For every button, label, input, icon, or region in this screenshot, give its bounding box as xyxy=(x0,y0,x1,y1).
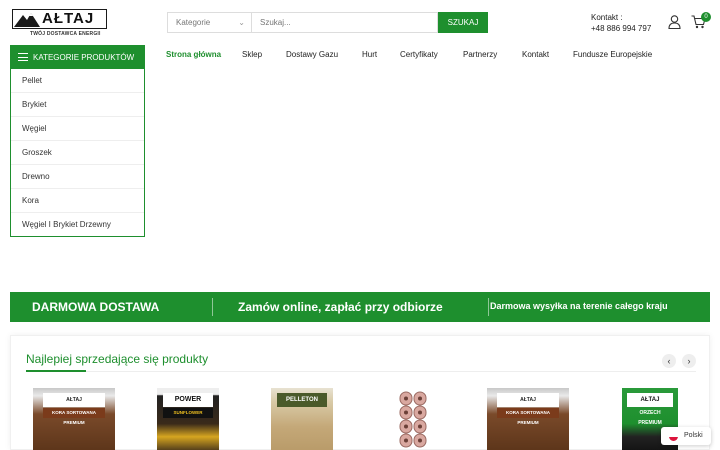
product-name: KORA SORTOWANA PREMIUM xyxy=(497,408,559,425)
mountain-icon xyxy=(14,13,40,27)
poland-flag-icon xyxy=(669,432,678,441)
nav-item-gas[interactable]: Dostawy Gazu xyxy=(286,50,338,59)
search-button[interactable]: SZUKAJ xyxy=(438,12,488,33)
product-image[interactable]: AŁTAJ KORA SORTOWANA PREMIUM xyxy=(487,388,569,450)
product-image[interactable]: PELLETON xyxy=(271,388,333,450)
product-image[interactable] xyxy=(383,388,443,450)
bestsellers-title: Najlepiej sprzedające się produkty xyxy=(26,352,209,366)
category-item-brykiet[interactable]: Brykiet xyxy=(11,93,144,117)
language-switcher[interactable]: Polski xyxy=(661,427,711,445)
chevron-down-icon: ⌄ xyxy=(238,18,245,27)
contact-phone[interactable]: +48 886 994 797 xyxy=(591,23,651,34)
contact-label: Kontakt : xyxy=(591,13,623,22)
category-menu-header[interactable]: KATEGORIE PRODUKTÓW xyxy=(11,46,144,69)
language-label: Polski xyxy=(684,432,703,439)
category-item-groszek[interactable]: Groszek xyxy=(11,141,144,165)
logo-tagline: TWÓJ DOSTAWCA ENERGII xyxy=(30,31,101,37)
bestsellers-section: Najlepiej sprzedające się produkty ‹ › A… xyxy=(10,335,710,450)
search-bar: Kategorie ⌄ SZUKAJ xyxy=(167,12,488,33)
category-item-pellet[interactable]: Pellet xyxy=(11,69,144,93)
category-menu-title: KATEGORIE PRODUKTÓW xyxy=(33,53,135,62)
product-brand: AŁTAJ xyxy=(627,393,673,407)
carousel-prev-button[interactable]: ‹ xyxy=(662,354,676,368)
nav-item-wholesale[interactable]: Hurt xyxy=(362,50,377,59)
nav-item-home[interactable]: Strona główna xyxy=(166,50,221,59)
nav-item-partners[interactable]: Partnerzy xyxy=(463,50,497,59)
product-brand: POWER xyxy=(163,393,213,407)
section-divider xyxy=(26,371,696,372)
banner-divider xyxy=(488,298,489,316)
product-brand: AŁTAJ xyxy=(43,393,105,407)
product-name: SUNFLOWER xyxy=(163,408,213,418)
nav-item-eu-funds[interactable]: Fundusze Europejskie xyxy=(573,50,652,59)
product-brand: PELLETON xyxy=(277,393,327,407)
category-menu: KATEGORIE PRODUKTÓW Pellet Brykiet Węgie… xyxy=(10,45,145,237)
carousel-next-button[interactable]: › xyxy=(682,354,696,368)
nav-item-shop[interactable]: Sklep xyxy=(242,50,262,59)
product-name: ORZECH PREMIUM xyxy=(638,410,662,426)
product-brand: AŁTAJ xyxy=(497,393,559,407)
product-image[interactable]: AŁTAJ KORA SORTOWANA PREMIUM xyxy=(33,388,115,450)
category-item-kora[interactable]: Kora xyxy=(11,189,144,213)
banner-free-shipping: Darmowa wysyłka na terenie całego kraju xyxy=(490,301,668,311)
product-image[interactable]: POWER SUNFLOWER xyxy=(157,388,219,450)
site-logo[interactable]: AŁTAJ TWÓJ DOSTAWCA ENERGII xyxy=(12,9,107,39)
nav-item-contact[interactable]: Kontakt xyxy=(522,50,549,59)
product-card[interactable]: POWER SUNFLOWER xyxy=(147,388,219,450)
contact-info: Kontakt : +48 886 994 797 xyxy=(591,12,651,34)
search-input[interactable] xyxy=(251,12,438,33)
cart-count-badge: 0 xyxy=(701,12,711,22)
section-divider-accent xyxy=(26,370,86,372)
user-icon[interactable] xyxy=(668,15,681,29)
category-item-wegiel[interactable]: Węgiel xyxy=(11,117,144,141)
product-card[interactable] xyxy=(383,388,443,450)
product-name: KORA SORTOWANA PREMIUM xyxy=(43,408,105,425)
product-card[interactable]: PELLETON xyxy=(261,388,333,450)
logo-brand: AŁTAJ xyxy=(42,10,95,27)
product-card[interactable]: AŁTAJ KORA SORTOWANA PREMIUM xyxy=(487,388,569,450)
banner-free-delivery: DARMOWA DOSTAWA xyxy=(32,300,160,314)
hamburger-icon xyxy=(18,53,28,61)
nav-item-certificates[interactable]: Certyfikaty xyxy=(400,50,438,59)
promo-banner: DARMOWA DOSTAWA Zamów online, zapłać prz… xyxy=(10,292,710,322)
banner-pay-on-delivery: Zamów online, zapłać przy odbiorze xyxy=(238,300,443,314)
product-card[interactable]: AŁTAJ KORA SORTOWANA PREMIUM xyxy=(33,388,115,450)
category-select-label: Kategorie xyxy=(176,18,211,27)
category-select[interactable]: Kategorie ⌄ xyxy=(167,12,251,33)
category-item-wegiel-brykiet-drzewny[interactable]: Węgiel I Brykiet Drzewny xyxy=(11,213,144,237)
category-item-drewno[interactable]: Drewno xyxy=(11,165,144,189)
banner-divider xyxy=(212,298,213,316)
